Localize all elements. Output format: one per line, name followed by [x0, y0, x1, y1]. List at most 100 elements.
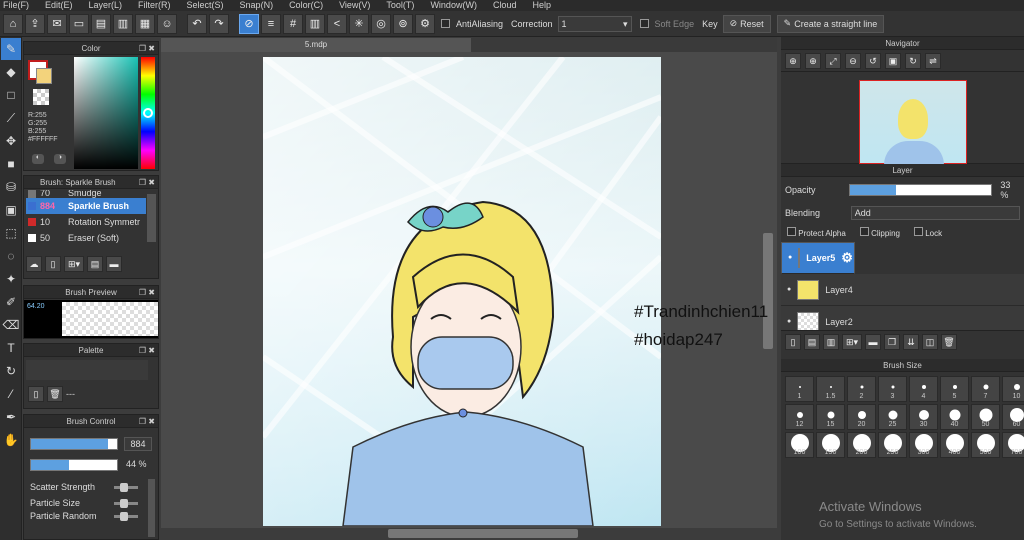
snap-settings-icon[interactable]: ⚙: [415, 13, 435, 34]
snap-grid-icon[interactable]: #: [283, 13, 303, 34]
home-icon[interactable]: ⌂: [3, 13, 23, 34]
palette-delete-icon[interactable]: 🗑: [47, 386, 63, 402]
scatter-slider[interactable]: [114, 482, 138, 492]
magic-wand-icon[interactable]: ✦: [1, 268, 21, 290]
brush-size-cell[interactable]: 100: [785, 432, 814, 458]
color-saturation-square[interactable]: [74, 57, 138, 169]
select-tool-icon[interactable]: ⬚: [1, 222, 21, 244]
rectangle-tool-icon[interactable]: □: [1, 84, 21, 106]
brush-size-cell[interactable]: 1: [785, 376, 814, 402]
undo-icon[interactable]: ↶: [187, 13, 207, 34]
secondary-color-swatch[interactable]: [36, 68, 52, 84]
merge-layer-icon[interactable]: ⇊: [903, 334, 919, 350]
new-layer-icon[interactable]: ▯: [785, 334, 801, 350]
zoom-in-icon[interactable]: ⊕: [785, 53, 801, 69]
brush-size-cell[interactable]: 60: [1002, 404, 1024, 430]
brush-size-cell[interactable]: 1.5: [816, 376, 845, 402]
document-tab[interactable]: 5.mdp: [161, 38, 471, 52]
layer-row[interactable]: ● Layer5 ⚙: [781, 242, 855, 274]
particle-random-slider[interactable]: [114, 511, 138, 521]
brush-size-cell[interactable]: 250: [878, 432, 907, 458]
menu-item[interactable]: Filter(R): [138, 0, 171, 11]
protect-alpha-checkbox[interactable]: [787, 227, 796, 236]
eyedropper-icon[interactable]: ✒: [1, 406, 21, 428]
navigator-view[interactable]: [781, 72, 1024, 165]
clipping-toggle[interactable]: Clipping: [859, 227, 900, 238]
soft-edge-toggle[interactable]: Soft Edge: [639, 19, 698, 29]
operation-tool-icon[interactable]: ↻: [1, 360, 21, 382]
select-pen-icon[interactable]: ✐: [1, 291, 21, 313]
comment-icon[interactable]: ✉: [47, 13, 67, 34]
brush-size-cell[interactable]: 500: [971, 432, 1000, 458]
rotate-left-icon[interactable]: ↺: [865, 53, 881, 69]
navigator-thumbnail[interactable]: [859, 80, 967, 165]
palette-swatches[interactable]: [26, 360, 148, 380]
delete-layer-icon[interactable]: 🗑: [941, 334, 957, 350]
brush-list-item[interactable]: 50 Eraser (Soft): [26, 230, 146, 246]
close-icon[interactable]: ❐ ✖: [139, 42, 155, 55]
layer-folder-icon[interactable]: ▬: [865, 334, 881, 350]
brush-size-cell[interactable]: 20: [847, 404, 876, 430]
soft-edge-checkbox[interactable]: [639, 19, 649, 28]
snap-cross-icon[interactable]: ▥: [305, 13, 325, 34]
fit-icon[interactable]: ⤢: [825, 53, 841, 69]
gradient-tool-icon[interactable]: ▣: [1, 199, 21, 221]
brush-list-item[interactable]: 10 Rotation Symmetr: [26, 214, 146, 230]
menu-item[interactable]: Color(C): [289, 0, 323, 11]
select-eraser-icon[interactable]: ⌫: [1, 314, 21, 336]
fill-rect-tool-icon[interactable]: ■: [1, 153, 21, 175]
palette-new-icon[interactable]: ▯: [28, 386, 44, 402]
brush-size-bar[interactable]: [30, 438, 118, 450]
snap-vanish-icon[interactable]: <: [327, 13, 347, 34]
zoom-out-icon[interactable]: ⊖: [845, 53, 861, 69]
chat-icon[interactable]: ▭: [69, 13, 89, 34]
brush-opacity-bar[interactable]: [30, 459, 118, 471]
text-tool-icon[interactable]: T: [1, 337, 21, 359]
move-tool-icon[interactable]: ✥: [1, 130, 21, 152]
snap-radial-icon[interactable]: ✳: [349, 13, 369, 34]
visibility-icon[interactable]: ●: [788, 251, 792, 265]
menu-item[interactable]: Select(S): [187, 0, 224, 11]
layer-row[interactable]: ● Layer4: [781, 274, 1024, 306]
actual-size-icon[interactable]: ▣: [885, 53, 901, 69]
brush-size-cell[interactable]: 700: [1002, 432, 1024, 458]
grid-icon[interactable]: ▦: [135, 13, 155, 34]
brush-size-cell[interactable]: 2: [847, 376, 876, 402]
clear-layer-icon[interactable]: ◫: [922, 334, 938, 350]
document-icon[interactable]: ▤: [91, 13, 111, 34]
snap-off-icon[interactable]: ⊘: [239, 13, 259, 34]
new-layer-1bit-icon[interactable]: ▥: [823, 334, 839, 350]
lasso-tool-icon[interactable]: ◌: [1, 245, 21, 267]
brush-size-cell[interactable]: 7: [971, 376, 1000, 402]
horizontal-scrollbar[interactable]: [388, 529, 578, 538]
antialias-toggle[interactable]: AntiAliasing: [441, 19, 506, 29]
straight-line-button[interactable]: ✎ Create a straight line: [776, 14, 885, 33]
brush-size-cell[interactable]: 10: [1002, 376, 1024, 402]
brush-size-cell[interactable]: 400: [940, 432, 969, 458]
brush-size-cell[interactable]: 12: [785, 404, 814, 430]
brush-size-cell[interactable]: 5: [940, 376, 969, 402]
antialias-checkbox[interactable]: [441, 19, 450, 28]
hand-tool-icon[interactable]: ✋: [1, 429, 21, 451]
brush-size-cell[interactable]: 25: [878, 404, 907, 430]
brush-control-scrollbar[interactable]: [148, 479, 155, 537]
lock-checkbox[interactable]: [913, 227, 923, 236]
zoom-in-2-icon[interactable]: ⊕: [805, 53, 821, 69]
clipping-checkbox[interactable]: [859, 227, 869, 236]
snap-curve-icon[interactable]: ⊚: [393, 13, 413, 34]
menu-item[interactable]: File(F): [3, 0, 29, 11]
close-icon[interactable]: ❐ ✖: [139, 176, 155, 189]
layer-settings-icon[interactable]: ⚙: [841, 251, 855, 265]
brush-size-cell[interactable]: 30: [909, 404, 938, 430]
hue-handle[interactable]: [143, 108, 153, 118]
brush-list-item[interactable]: 884 Sparkle Brush: [26, 198, 146, 214]
redo-icon[interactable]: ↷: [209, 13, 229, 34]
brush-size-cell[interactable]: 3: [878, 376, 907, 402]
color-cycle-icon[interactable]: ◐: [32, 154, 44, 164]
close-icon[interactable]: ❐ ✖: [139, 415, 155, 428]
menu-item[interactable]: Help: [532, 0, 551, 11]
vertical-scrollbar[interactable]: [763, 233, 773, 349]
new-layer-8bit-icon[interactable]: ▤: [804, 334, 820, 350]
layer-opacity-bar[interactable]: [848, 184, 993, 196]
lock-toggle[interactable]: Lock: [913, 227, 942, 238]
